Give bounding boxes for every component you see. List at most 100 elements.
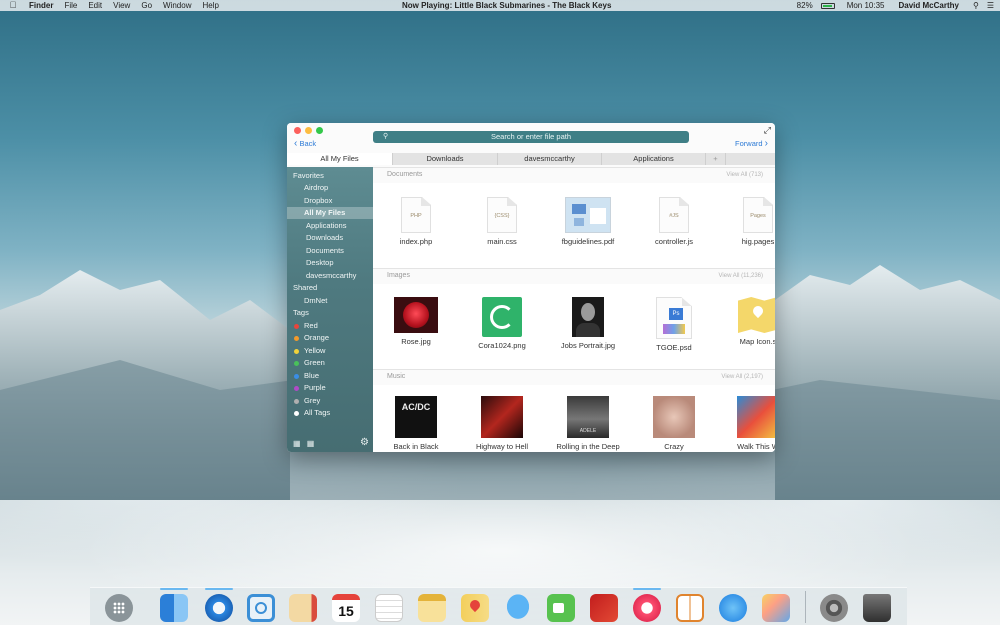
sidebar-tag-blue[interactable]: Blue: [287, 370, 373, 382]
image-tile[interactable]: Ps TGOE.psd: [639, 297, 709, 352]
fullscreen-icon[interactable]: ⤢: [764, 125, 771, 136]
sidebar-item-applications[interactable]: Applications: [287, 220, 373, 232]
sidebar-tag-orange[interactable]: Orange: [287, 332, 373, 344]
file-tile[interactable]: Pages hig.pages: [723, 197, 775, 246]
file-tile[interactable]: fbguidelines.pdf: [553, 197, 623, 246]
album-cover-icon: ADELE: [567, 396, 609, 438]
menu-bar:  Finder File Edit View Go Window Help N…: [0, 0, 1000, 11]
menu-file[interactable]: File: [64, 0, 77, 11]
facetime-icon[interactable]: [547, 594, 575, 622]
sidebar-tag-red[interactable]: Red: [287, 320, 373, 332]
sidebar-tag-all-tags[interactable]: All Tags: [287, 407, 373, 419]
tag-label: Purple: [304, 383, 326, 392]
album-tile[interactable]: Highway to Hell: [467, 396, 537, 451]
file-tile[interactable]: {CSS} main.css: [467, 197, 537, 246]
tab-all-my-files[interactable]: All My Files: [287, 153, 392, 165]
user-name[interactable]: David McCarthy: [899, 0, 959, 11]
reminders-icon[interactable]: [375, 594, 403, 622]
pdf-thumbnail-icon: [565, 197, 611, 233]
menu-app-finder[interactable]: Finder: [29, 0, 53, 11]
notes-icon[interactable]: [418, 594, 446, 622]
sidebar-item-dropbox[interactable]: Dropbox: [287, 195, 373, 207]
file-name: Rose.jpg: [401, 337, 431, 346]
back-button[interactable]: ‹ Back: [294, 138, 316, 149]
album-tile[interactable]: Crazy: [639, 396, 709, 451]
spotlight-icon[interactable]: ⚲: [973, 0, 979, 11]
menu-help[interactable]: Help: [202, 0, 218, 11]
image-tile[interactable]: Jobs Portrait.jpg: [553, 297, 623, 350]
messages-icon[interactable]: [504, 594, 532, 622]
tab-davesmccarthy[interactable]: davesmccarthy: [497, 153, 601, 165]
clock[interactable]: Mon 10:35: [847, 0, 885, 11]
calendar-icon[interactable]: 15: [332, 594, 360, 622]
maps-icon[interactable]: [461, 594, 489, 622]
search-icon: ⚲: [383, 133, 389, 140]
image-tile[interactable]: Cora1024.png: [467, 297, 537, 350]
file-tile[interactable]: PHP index.php: [381, 197, 451, 246]
now-playing[interactable]: Now Playing: Little Black Submarines - T…: [402, 0, 611, 11]
itunes-icon[interactable]: [633, 588, 661, 622]
mail-icon[interactable]: [247, 594, 275, 622]
view-all-link[interactable]: View All (11,236): [719, 273, 763, 279]
forward-label: Forward: [735, 139, 763, 148]
collapse-icon[interactable]: ▦: [293, 439, 301, 448]
search-field[interactable]: ⚲ Search or enter file path: [373, 131, 689, 143]
section-title: Documents: [387, 171, 423, 178]
sidebar-item-airdrop[interactable]: Airdrop: [287, 182, 373, 194]
preview-icon[interactable]: [762, 594, 790, 622]
sidebar-tag-grey[interactable]: Grey: [287, 395, 373, 407]
album-tile[interactable]: AC/DC Back in Black: [381, 396, 451, 451]
app-store-icon[interactable]: [719, 594, 747, 622]
js-file-icon: #JS: [659, 197, 689, 233]
tag-dot-icon: [294, 348, 299, 354]
tab-bar: All My Files Downloads davesmccarthy App…: [287, 153, 775, 165]
album-tile[interactable]: ADELE Rolling in the Deep: [553, 396, 623, 451]
running-indicator: [160, 588, 188, 590]
image-tile[interactable]: Rose.jpg: [381, 297, 451, 346]
contacts-icon[interactable]: [289, 594, 317, 622]
sidebar-item-dmnet[interactable]: DmNet: [287, 295, 373, 307]
apple-icon[interactable]: : [6, 0, 20, 11]
forward-button[interactable]: Forward ›: [735, 138, 768, 149]
running-indicator: [205, 588, 233, 590]
new-tab-button[interactable]: +: [705, 153, 725, 165]
sidebar-item-all-my-files[interactable]: All My Files: [287, 207, 373, 219]
tab-applications[interactable]: Applications: [601, 153, 705, 165]
sidebar-tag-purple[interactable]: Purple: [287, 382, 373, 394]
view-all-link[interactable]: View All (2,197): [721, 374, 763, 380]
battery-icon[interactable]: [820, 2, 835, 9]
sidebar-item-desktop[interactable]: Desktop: [287, 257, 373, 269]
sidebar-tag-green[interactable]: Green: [287, 357, 373, 369]
cora-app-icon: [482, 297, 522, 337]
view-all-link[interactable]: View All (713): [726, 172, 763, 178]
menu-go[interactable]: Go: [141, 0, 152, 11]
battery-percent[interactable]: 82%: [797, 0, 813, 11]
minimize-button[interactable]: [305, 127, 312, 134]
image-tile[interactable]: Map Icon.s: [723, 297, 775, 346]
gear-icon[interactable]: ⚙: [360, 437, 369, 448]
grid-icon[interactable]: ▦: [307, 439, 315, 448]
album-cover-icon: [737, 396, 775, 438]
tab-downloads[interactable]: Downloads: [392, 153, 497, 165]
menu-edit[interactable]: Edit: [88, 0, 102, 11]
menu-view[interactable]: View: [113, 0, 130, 11]
list-icon[interactable]: ☰: [987, 0, 994, 11]
sidebar-tag-yellow[interactable]: Yellow: [287, 345, 373, 357]
ibooks-icon[interactable]: [676, 594, 704, 622]
launchpad-icon[interactable]: [105, 594, 133, 622]
safari-icon[interactable]: [205, 588, 233, 622]
close-button[interactable]: [294, 127, 301, 134]
menu-window[interactable]: Window: [163, 0, 191, 11]
zoom-button[interactable]: [316, 127, 323, 134]
sidebar-item-documents[interactable]: Documents: [287, 245, 373, 257]
album-tile[interactable]: Walk This W: [723, 396, 775, 451]
finder-icon[interactable]: [160, 588, 188, 622]
back-label: Back: [299, 139, 317, 148]
album-cover-icon: [653, 396, 695, 438]
sidebar-item-downloads[interactable]: Downloads: [287, 232, 373, 244]
file-tile[interactable]: #JS controller.js: [639, 197, 709, 246]
photo-booth-icon[interactable]: [590, 594, 618, 622]
sidebar-item-davesmccarthy[interactable]: davesmccarthy: [287, 270, 373, 282]
system-preferences-icon[interactable]: [820, 594, 848, 622]
trash-icon[interactable]: [863, 594, 891, 622]
